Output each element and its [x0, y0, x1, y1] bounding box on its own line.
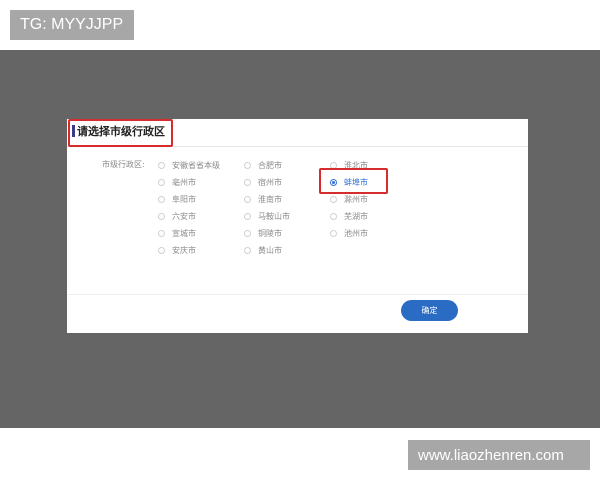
city-option-label: 滁州市: [344, 194, 368, 204]
radio-unchecked-icon[interactable]: [330, 195, 337, 203]
radio-unchecked-icon[interactable]: [244, 212, 251, 220]
city-option[interactable]: 淮南市: [244, 193, 282, 205]
watermark-top: TG: MYYJJPP: [10, 10, 134, 40]
radio-unchecked-icon[interactable]: [244, 195, 251, 203]
city-option[interactable]: 安徽省省本级: [158, 159, 220, 171]
radio-unchecked-icon[interactable]: [158, 178, 165, 186]
city-option[interactable]: 宣城市: [158, 227, 196, 239]
radio-unchecked-icon[interactable]: [244, 246, 251, 254]
city-option[interactable]: 六安市: [158, 210, 196, 222]
radio-unchecked-icon[interactable]: [158, 229, 165, 237]
radio-unchecked-icon[interactable]: [158, 195, 165, 203]
field-label-city-level: 市级行政区:: [102, 160, 145, 169]
radio-unchecked-icon[interactable]: [158, 246, 165, 254]
city-option[interactable]: 马鞍山市: [244, 210, 290, 222]
radio-unchecked-icon[interactable]: [244, 229, 251, 237]
city-option[interactable]: 阜阳市: [158, 193, 196, 205]
radio-unchecked-icon[interactable]: [330, 229, 337, 237]
radio-unchecked-icon[interactable]: [158, 161, 165, 169]
radio-unchecked-icon[interactable]: [244, 161, 251, 169]
city-option[interactable]: 宿州市: [244, 176, 282, 188]
city-option-label: 阜阳市: [172, 194, 196, 204]
radio-unchecked-icon[interactable]: [330, 212, 337, 220]
city-option[interactable]: 合肥市: [244, 159, 282, 171]
highlight-box-selected: [319, 168, 388, 194]
city-select-dialog: 请选择市级行政区 市级行政区: 安徽省省本级 合肥市 淮北市 亳州市 宿州市 蚌埠市 阜阳市…: [67, 119, 528, 333]
city-option-label: 铜陵市: [258, 228, 282, 238]
city-option-label: 马鞍山市: [258, 211, 290, 221]
highlight-box-title: [68, 119, 173, 147]
radio-unchecked-icon[interactable]: [244, 178, 251, 186]
city-option[interactable]: 滁州市: [330, 193, 368, 205]
city-option[interactable]: 安庆市: [158, 244, 196, 256]
footer-divider: [67, 294, 528, 295]
city-option-label: 六安市: [172, 211, 196, 221]
city-option-label: 安庆市: [172, 245, 196, 255]
city-option-label: 安徽省省本级: [172, 160, 220, 170]
city-option-label: 黄山市: [258, 245, 282, 255]
city-option-label: 池州市: [344, 228, 368, 238]
city-option-label: 淮南市: [258, 194, 282, 204]
city-option-label: 合肥市: [258, 160, 282, 170]
city-option[interactable]: 铜陵市: [244, 227, 282, 239]
city-option[interactable]: 黄山市: [244, 244, 282, 256]
city-option-label: 宿州市: [258, 177, 282, 187]
radio-unchecked-icon[interactable]: [158, 212, 165, 220]
city-option[interactable]: 芜湖市: [330, 210, 368, 222]
city-option-label: 芜湖市: [344, 211, 368, 221]
city-option-label: 亳州市: [172, 177, 196, 187]
watermark-bottom: www.liaozhenren.com: [408, 440, 590, 470]
confirm-button[interactable]: 确定: [401, 300, 458, 321]
city-option[interactable]: 池州市: [330, 227, 368, 239]
city-option[interactable]: 亳州市: [158, 176, 196, 188]
city-option-label: 宣城市: [172, 228, 196, 238]
